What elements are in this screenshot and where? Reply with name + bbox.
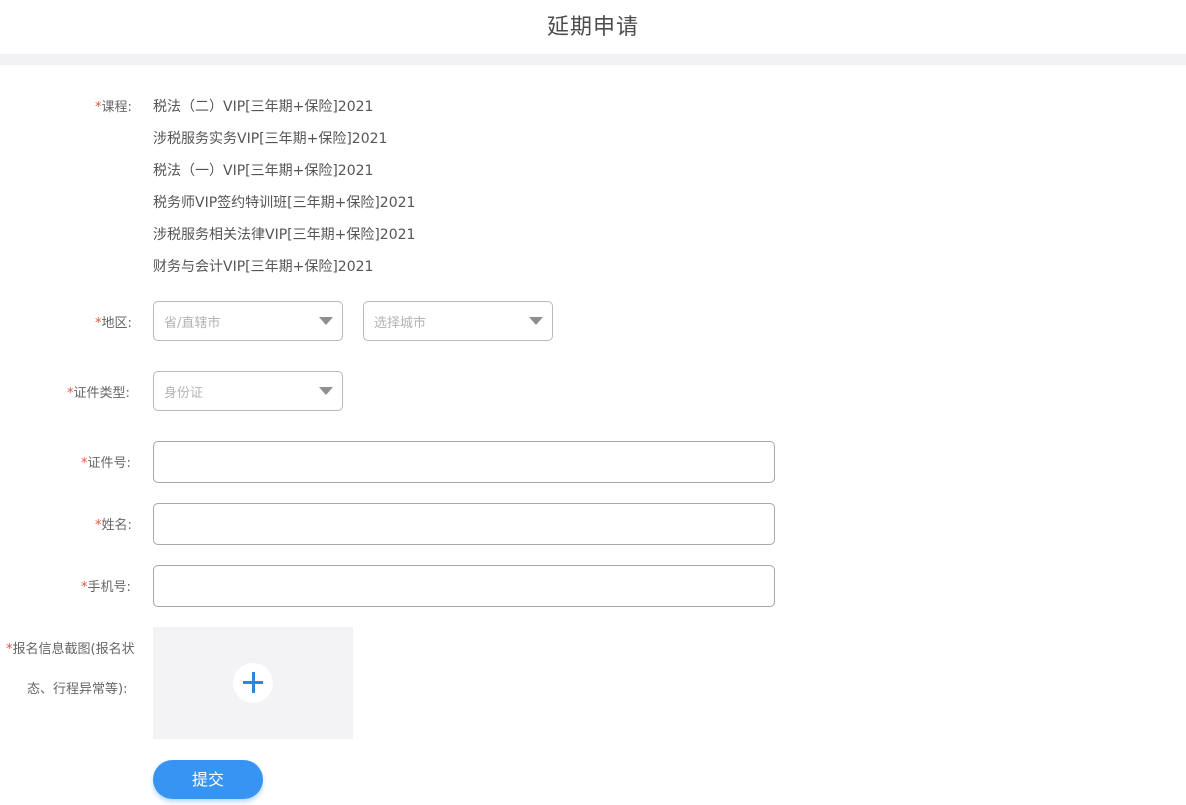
screenshot-label-line1: *报名信息截图(报名状 [6,642,135,657]
city-placeholder: 选择城市 [374,316,427,331]
city-select[interactable]: 选择城市 [363,301,553,341]
header-divider [0,54,1186,65]
province-select[interactable]: 省/直辖市 [153,301,343,341]
course-item: 涉税服务实务VIP[三年期+保险]2021 [153,131,388,147]
id-type-label: *证件类型: [67,386,130,401]
plus-icon[interactable] [233,663,273,703]
course-item: 涉税服务相关法律VIP[三年期+保险]2021 [153,227,416,243]
id-number-input[interactable] [153,441,775,483]
name-label: *姓名: [95,518,132,533]
id-number-label: *证件号: [81,456,131,471]
region-label: *地区: [95,316,132,331]
name-input[interactable] [153,503,775,545]
course-item: 税法（一）VIP[三年期+保险]2021 [153,163,374,179]
province-placeholder: 省/直辖市 [164,316,221,331]
screenshot-upload-area[interactable] [153,627,353,739]
phone-input[interactable] [153,565,775,607]
chevron-down-icon [319,387,333,395]
submit-button[interactable]: 提交 [153,760,263,799]
phone-label: *手机号: [81,580,131,595]
chevron-down-icon [529,317,543,325]
page-header: 延期申请 [0,0,1186,54]
chevron-down-icon [319,317,333,325]
course-label: *课程: [95,100,132,115]
page-title: 延期申请 [546,15,639,40]
id-type-value: 身份证 [164,386,204,401]
screenshot-label-line2: 态、行程异常等): [27,682,128,697]
course-item: 财务与会计VIP[三年期+保险]2021 [153,259,374,275]
course-item: 税务师VIP签约特训班[三年期+保险]2021 [153,195,416,211]
course-item: 税法（二）VIP[三年期+保险]2021 [153,99,374,115]
id-type-select[interactable]: 身份证 [153,371,343,411]
